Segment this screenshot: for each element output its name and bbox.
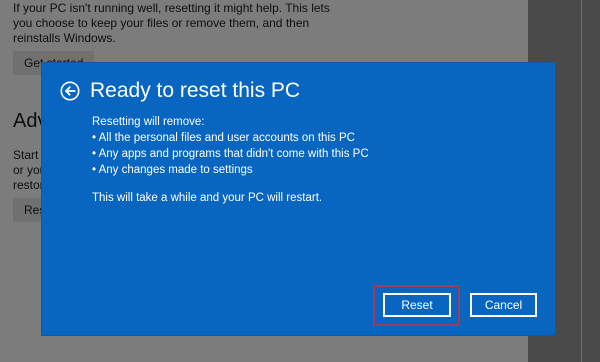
removal-item: Any apps and programs that didn't come w… [92,146,532,162]
reset-button[interactable]: Reset [383,293,451,317]
removal-heading: Resetting will remove: [92,116,205,128]
pane-divider [581,0,582,362]
dialog-title: Ready to reset this PC [90,79,301,102]
back-arrow-icon[interactable] [60,81,80,101]
cancel-button[interactable]: Cancel [470,293,537,317]
removal-item: All the personal files and user accounts… [92,130,532,146]
removal-list: All the personal files and user accounts… [92,130,532,178]
reset-pc-dialog: Ready to reset this PC Resetting will re… [42,63,555,335]
dialog-body: Resetting will remove: All the personal … [92,114,532,206]
removal-item: Any changes made to settings [92,162,532,178]
restart-note: This will take a while and your PC will … [92,192,323,204]
